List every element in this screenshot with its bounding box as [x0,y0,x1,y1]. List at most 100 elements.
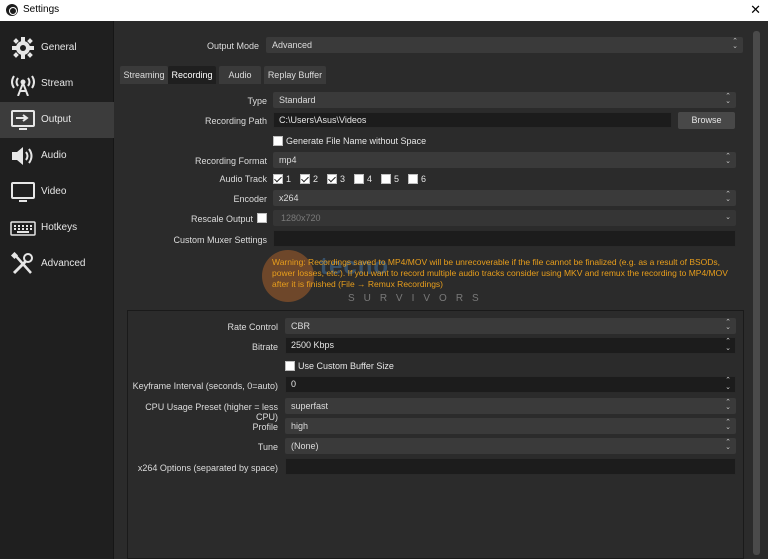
profile-select[interactable]: high ⌃ ⌄ [285,418,736,434]
encoder-select[interactable]: x264 ⌃ ⌄ [273,190,736,206]
recording-path-field[interactable]: C:\Users\Asus\Videos [273,112,672,128]
keyframe-interval-spinbox[interactable]: 0 ⌃ ⌄ [285,376,736,393]
sidebar-item-label: Hotkeys [41,222,78,233]
cpu-preset-value: superfast [291,401,329,411]
keyframe-interval-value: 0 [291,379,297,389]
spin-down-icon[interactable]: ⌄ [723,384,733,391]
sidebar-item-general[interactable]: General [0,30,114,66]
bitrate-label: Bitrate [251,342,278,352]
recording-type-select[interactable]: Standard ⌃ ⌄ [273,92,736,108]
spin-up-icon[interactable]: ⌃ [723,338,733,345]
chevron-updown-icon: ⌃ ⌄ [732,38,738,50]
tune-select[interactable]: (None) ⌃ ⌄ [285,438,736,454]
bitrate-spinbox[interactable]: 2500 Kbps ⌃ ⌄ [285,337,736,354]
tools-icon [10,252,33,275]
audio-track-6-label: 6 [421,174,427,184]
tab-streaming[interactable]: Streaming [120,66,168,84]
profile-label: Profile [252,422,278,432]
scrollbar-thumb[interactable] [753,31,760,555]
audio-track-1-label: 1 [286,174,292,184]
title-bar: Settings ✕ [0,0,768,21]
rate-control-label: Rate Control [227,322,278,332]
output-mode-value: Advanced [272,40,313,50]
tab-recording[interactable]: Recording [168,66,216,84]
chevron-updown-icon: ⌃ ⌄ [725,439,731,451]
spin-up-icon[interactable]: ⌃ [723,377,733,384]
profile-value: high [291,421,309,431]
sidebar-item-label: Audio [41,150,67,161]
audio-track-6-checkbox[interactable] [408,174,418,184]
custom-buffer-checkbox[interactable] [285,361,295,371]
speaker-icon [12,147,33,165]
rescale-output-label: Rescale Output [190,214,253,224]
cpu-preset-label: CPU Usage Preset (higher = less CPU) [145,402,278,422]
no-space-label: Generate File Name without Space [286,136,427,146]
chevron-updown-icon: ⌃ ⌄ [725,153,731,165]
monitor-icon [11,182,35,202]
obs-logo-icon [6,4,18,16]
sidebar-item-label: Output [41,114,72,125]
keyframe-interval-label: Keyframe Interval (seconds, 0=auto) [132,381,278,391]
antenna-icon [11,75,35,96]
sidebar-item-hotkeys[interactable]: Hotkeys [0,210,114,246]
sidebar-item-advanced[interactable]: Advanced [0,246,114,282]
sidebar-item-output[interactable]: Output [0,102,114,138]
recording-format-select[interactable]: mp4 ⌃ ⌄ [273,152,736,168]
custom-muxer-label: Custom Muxer Settings [173,235,267,245]
cpu-preset-select[interactable]: superfast ⌃ ⌄ [285,398,736,414]
audio-track-3-checkbox[interactable] [327,174,337,184]
encoder-value: x264 [279,193,299,203]
chevron-updown-icon: ⌃ ⌄ [725,399,731,411]
no-space-checkbox[interactable] [273,136,283,146]
audio-track-2-checkbox[interactable] [300,174,310,184]
audio-track-label: Audio Track [219,174,267,184]
bitrate-value: 2500 Kbps [291,340,335,350]
x264-options-input[interactable] [285,458,736,475]
recording-path-label: Recording Path [204,116,267,126]
gear-icon [12,37,34,59]
output-mode-select[interactable]: Advanced ⌃ ⌄ [266,37,743,53]
recording-format-value: mp4 [279,155,297,165]
tab-audio[interactable]: Audio [219,66,261,84]
vertical-scrollbar[interactable] [752,31,761,555]
encoder-label: Encoder [233,194,267,204]
rescale-resolution-select[interactable]: 1280x720 ⌄ [273,210,736,226]
sidebar-item-stream[interactable]: Stream [0,66,114,102]
chevron-updown-icon: ⌃ ⌄ [725,419,731,431]
sidebar-item-label: Video [41,186,67,197]
chevron-updown-icon: ⌃ ⌄ [725,319,731,331]
sidebar-item-audio[interactable]: Audio [0,138,114,174]
tune-value: (None) [291,441,319,451]
sidebar-item-video[interactable]: Video [0,174,114,210]
rate-control-select[interactable]: CBR ⌃ ⌄ [285,318,736,334]
custom-muxer-input[interactable] [273,230,736,247]
custom-buffer-label: Use Custom Buffer Size [298,361,394,371]
chevron-updown-icon: ⌃ ⌄ [725,93,731,105]
recording-format-label: Recording Format [194,156,267,166]
browse-button[interactable]: Browse [678,112,735,129]
rescale-output-checkbox[interactable] [257,213,267,223]
audio-track-2-label: 2 [313,174,319,184]
keyboard-icon [10,221,36,236]
watermark-subword: SURVIVORS [348,293,488,304]
sidebar-item-label: General [41,42,77,53]
rescale-resolution-value: 1280x720 [281,213,321,223]
rate-control-value: CBR [291,321,311,331]
settings-sidebar: General Stream Output Audio Video Hotkey… [0,21,114,559]
sidebar-item-label: Advanced [41,258,86,269]
output-settings-panel: Output Mode Advanced ⌃ ⌄ Streaming Record… [115,21,768,559]
x264-options-label: x264 Options (separated by space) [137,463,278,473]
audio-track-5-checkbox[interactable] [381,174,391,184]
tab-replay-buffer[interactable]: Replay Buffer [264,66,326,84]
output-mode-label: Output Mode [206,41,259,51]
audio-track-5-label: 5 [394,174,400,184]
audio-track-3-label: 3 [340,174,346,184]
tune-label: Tune [257,442,278,452]
sidebar-item-label: Stream [41,78,74,89]
mp4-warning-text: Warning: Recordings saved to MP4/MOV wil… [272,257,728,289]
audio-track-1-checkbox[interactable] [273,174,283,184]
window-title: Settings [23,4,60,15]
close-icon[interactable]: ✕ [750,2,761,18]
spin-down-icon[interactable]: ⌄ [723,345,733,352]
audio-track-4-checkbox[interactable] [354,174,364,184]
